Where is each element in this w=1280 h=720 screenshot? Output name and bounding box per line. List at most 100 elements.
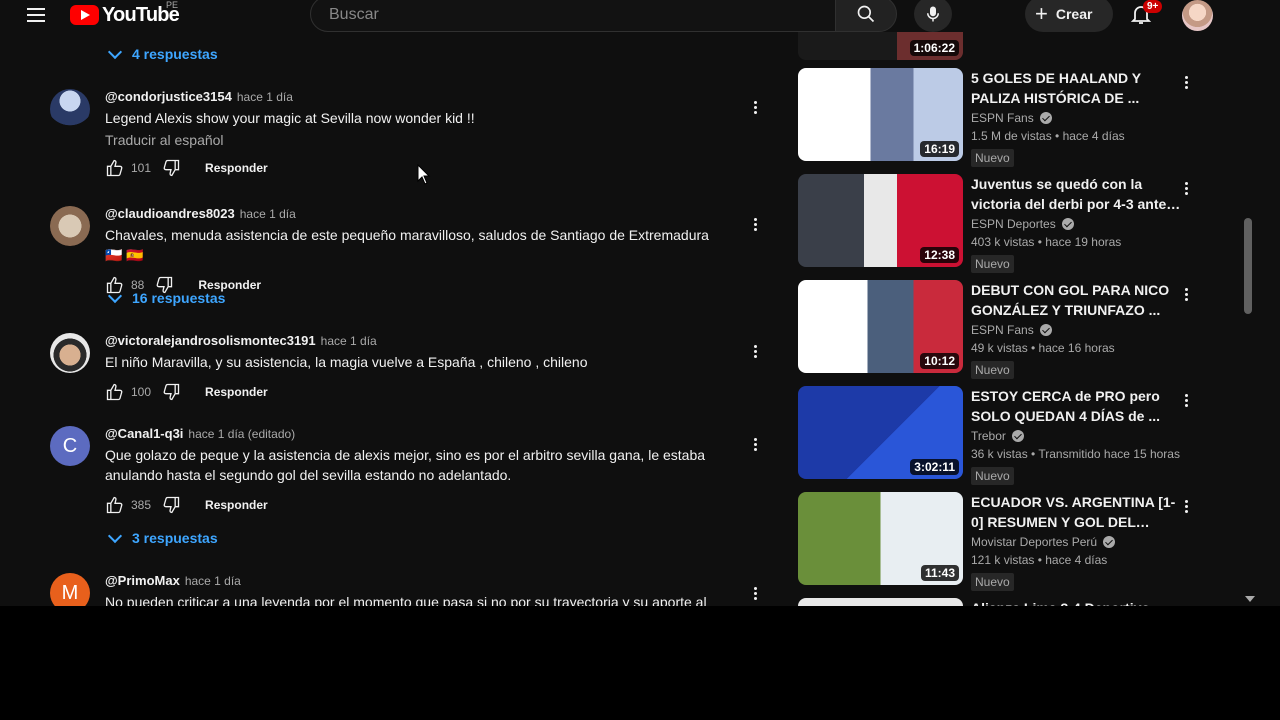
new-badge: Nuevo [971, 573, 1014, 591]
thumbs-up-icon[interactable] [105, 382, 125, 402]
translate-link[interactable]: Traducir al español [105, 132, 725, 148]
related-video[interactable]: Alianza Lima 3-4 Deportivo ... [798, 598, 1218, 606]
related-video[interactable]: 11:43 ECUADOR VS. ARGENTINA [1-0] RESUME… [798, 492, 1218, 591]
video-title[interactable]: ECUADOR VS. ARGENTINA [1-0] RESUMEN Y GO… [971, 492, 1181, 532]
video-duration: 1:06:22 [909, 40, 959, 56]
related-video[interactable]: 10:12 DEBUT CON GOL PARA NICO GONZÁLEZ Y… [798, 280, 1218, 379]
microphone-icon [927, 6, 939, 22]
new-badge: Nuevo [971, 149, 1014, 167]
new-badge: Nuevo [971, 255, 1014, 273]
mouse-cursor-icon [417, 164, 431, 185]
comment-more-icon[interactable] [752, 216, 758, 236]
video-duration: 16:19 [920, 141, 959, 157]
hamburger-menu-icon[interactable] [24, 4, 48, 26]
verified-icon [1103, 536, 1116, 548]
thumbs-up-icon[interactable] [105, 158, 125, 178]
channel-name[interactable]: ESPN Deportes [971, 217, 1056, 231]
comment-more-icon[interactable] [752, 436, 758, 456]
related-video[interactable]: 12:38 Juventus se quedó con la victoria … [798, 174, 1218, 273]
channel-name[interactable]: ESPN Fans [971, 111, 1034, 125]
channel-name[interactable]: Trebor [971, 429, 1006, 443]
comment-more-icon[interactable] [752, 585, 758, 605]
video-duration: 12:38 [920, 247, 959, 263]
video-meta: 403 k vistas • hace 19 horas [971, 235, 1122, 249]
view-replies-button[interactable]: 3 respuestas [107, 528, 218, 546]
user-avatar[interactable] [1182, 0, 1213, 31]
reply-button[interactable]: Responder [205, 385, 268, 399]
video-meta: 1.5 M de vistas • hace 4 días [971, 129, 1125, 143]
video-title[interactable]: Juventus se quedó con la victoria del de… [971, 174, 1181, 214]
video-more-icon[interactable] [1183, 286, 1189, 306]
related-video[interactable]: 3:02:11 ESTOY CERCA de PRO pero SOLO QUE… [798, 386, 1218, 485]
comment-text: No pueden criticar a una leyenda por el … [105, 594, 707, 606]
thumbs-down-icon[interactable] [161, 382, 181, 402]
video-thumbnail[interactable]: 11:43 [798, 492, 963, 585]
video-title[interactable]: DEBUT CON GOL PARA NICO GONZÁLEZ Y TRIUN… [971, 280, 1181, 320]
scrollbar-thumb[interactable] [1244, 218, 1252, 314]
thumbs-down-icon[interactable] [161, 158, 181, 178]
video-thumbnail[interactable] [798, 598, 963, 606]
reply-button[interactable]: Responder [205, 161, 268, 175]
youtube-logo[interactable]: YouTube [70, 2, 180, 28]
verified-icon [1061, 218, 1074, 230]
reply-button[interactable]: Responder [205, 498, 268, 512]
comment-time[interactable]: hace 1 día (editado) [188, 427, 295, 441]
commenter-avatar[interactable] [50, 206, 90, 246]
view-replies-button[interactable]: 4 respuestas [107, 44, 218, 62]
scroll-down-arrow-icon[interactable] [1245, 596, 1255, 602]
thumbs-down-icon[interactable] [161, 495, 181, 515]
search-input[interactable] [327, 5, 811, 25]
comment-more-icon[interactable] [752, 99, 758, 119]
channel-name[interactable]: ESPN Fans [971, 323, 1034, 337]
video-thumbnail[interactable]: 3:02:11 [798, 386, 963, 479]
create-button[interactable]: + Crear [1025, 0, 1113, 32]
video-more-icon[interactable] [1183, 74, 1189, 94]
commenter-avatar[interactable] [50, 333, 90, 373]
comment-author[interactable]: @claudioandres8023 [105, 206, 235, 221]
like-count: 100 [131, 385, 152, 399]
comment-author[interactable]: @victoralejandrosolismontec3191 [105, 333, 316, 348]
top-header: YouTube PE + Crear 9+ [0, 0, 1280, 32]
comment-time[interactable]: hace 1 día [240, 207, 296, 221]
view-replies-button[interactable]: 16 respuestas [107, 288, 226, 306]
letterbox-bar [0, 606, 1280, 720]
verified-icon [1011, 430, 1024, 442]
related-video[interactable]: 16:19 5 GOLES DE HAALAND Y PALIZA HISTÓR… [798, 68, 1218, 167]
video-more-icon[interactable] [1183, 498, 1189, 518]
video-thumbnail[interactable]: 16:19 [798, 68, 963, 161]
verified-icon [1039, 112, 1052, 124]
comment-author[interactable]: @PrimoMax [105, 573, 180, 588]
like-count: 101 [131, 161, 152, 175]
create-label: Crear [1055, 6, 1093, 22]
comment-more-icon[interactable] [752, 343, 758, 363]
comment-time[interactable]: hace 1 día [321, 334, 377, 348]
new-badge: Nuevo [971, 361, 1014, 379]
video-more-icon[interactable] [1183, 180, 1189, 200]
commenter-avatar[interactable]: C [50, 426, 90, 466]
video-duration: 3:02:11 [910, 459, 959, 475]
channel-name[interactable]: Movistar Deportes Perú [971, 535, 1097, 549]
voice-search-button[interactable] [914, 0, 952, 32]
search-icon [857, 5, 875, 23]
comment-author[interactable]: @condorjustice3154 [105, 89, 232, 104]
comment-time[interactable]: hace 1 día [185, 574, 241, 588]
replies-count: 16 respuestas [132, 290, 226, 306]
search-button[interactable] [835, 0, 897, 32]
comment-time[interactable]: hace 1 día [237, 90, 293, 104]
country-code: PE [166, 0, 179, 10]
plus-icon: + [1035, 1, 1048, 26]
video-thumbnail[interactable]: 10:12 [798, 280, 963, 373]
video-thumbnail[interactable]: 12:38 [798, 174, 963, 267]
video-title[interactable]: 5 GOLES DE HAALAND Y PALIZA HISTÓRICA DE… [971, 68, 1181, 108]
commenter-avatar[interactable]: M [50, 573, 90, 606]
comment-author[interactable]: @Canal1-q3i [105, 426, 183, 441]
youtube-play-icon [70, 5, 99, 25]
video-meta: 49 k vistas • hace 16 horas [971, 341, 1115, 355]
verified-icon [1039, 324, 1052, 336]
video-more-icon[interactable] [1183, 392, 1189, 412]
commenter-avatar[interactable] [50, 89, 90, 129]
video-title[interactable]: Alianza Lima 3-4 Deportivo ... [971, 598, 1181, 606]
chevron-down-icon [107, 528, 123, 544]
video-title[interactable]: ESTOY CERCA de PRO pero SOLO QUEDAN 4 DÍ… [971, 386, 1181, 426]
thumbs-up-icon[interactable] [105, 495, 125, 515]
